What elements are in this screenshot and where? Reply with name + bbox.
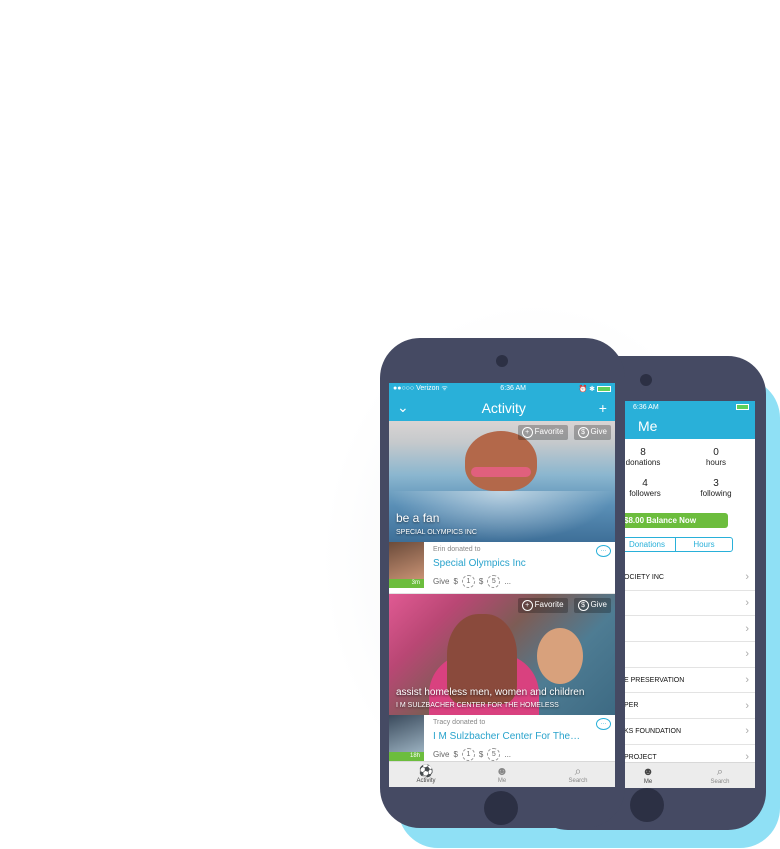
stat-label: followers: [629, 489, 661, 498]
tab-label: Search: [710, 779, 730, 785]
chevron-right-icon: ›: [745, 674, 749, 687]
give-button[interactable]: $ Give: [573, 598, 611, 613]
page-title: Activity: [481, 399, 526, 416]
comment-icon[interactable]: …: [596, 545, 611, 557]
give-row: Give $1 $5 ...: [433, 748, 512, 761]
cause-card-image[interactable]: + Favorite $ Give be a fan SPECIAL OLYMPIC…: [389, 421, 615, 542]
cause-caption: assist homeless men, women and children: [396, 687, 585, 698]
segment-donations[interactable]: Donations: [619, 538, 676, 551]
chevron-right-icon: ›: [745, 648, 749, 661]
comment-icon[interactable]: …: [596, 718, 611, 730]
search-icon: ⌕: [574, 764, 582, 778]
tab-label: Me: [497, 778, 507, 784]
camera-dot: [496, 355, 508, 367]
amount-chip-5[interactable]: 5: [487, 575, 501, 588]
donation-item[interactable]: 18h Tracy donated to I M Sulzbacher Cent…: [389, 715, 615, 767]
chevron-right-icon: ›: [745, 622, 749, 635]
person-icon: ☻: [642, 766, 654, 778]
status-time: 6:36 AM: [500, 385, 526, 392]
org-caption: SPECIAL OLYMPICS INC: [396, 529, 477, 536]
goggles-shape: [471, 467, 531, 477]
segment-hours[interactable]: Hours: [676, 538, 732, 551]
donation-item[interactable]: 3m Erin donated to Special Olympics Inc …: [389, 542, 615, 594]
dollar-icon: $: [577, 427, 589, 438]
segmented-control: Donations Hours: [618, 537, 733, 552]
donor-text: Erin donated to: [433, 546, 481, 553]
stat-label: donations: [625, 458, 661, 467]
status-right: ⏰ ✱: [579, 385, 611, 393]
org-link[interactable]: I M Sulzbacher Center For The…: [433, 731, 580, 742]
search-icon: ⌕: [716, 766, 724, 778]
camera-dot: [640, 374, 652, 386]
timestamp-badge: 18h: [389, 752, 424, 761]
add-button[interactable]: +: [599, 400, 607, 416]
tab-me[interactable]: ☻ Me: [477, 764, 527, 784]
stat-label: following: [700, 489, 732, 498]
stat-label: hours: [705, 458, 726, 467]
chevron-right-icon: ›: [745, 597, 749, 610]
amount-chip-5[interactable]: 5: [487, 748, 501, 761]
stat-following[interactable]: 3 following: [686, 478, 746, 498]
tab-bar: ⚽ Activity ☻ Me ⌕ Search: [389, 761, 615, 787]
favorite-button[interactable]: + Favorite: [517, 425, 568, 440]
chevron-right-icon: ›: [745, 725, 749, 738]
person-icon: ☻: [495, 764, 509, 778]
plus-icon: +: [521, 600, 533, 611]
home-button[interactable]: [484, 791, 518, 825]
donor-text: Tracy donated to: [433, 719, 486, 726]
status-bar: ●●○○○ Verizon ᯤ 6:36 AM ⏰ ✱: [389, 383, 615, 394]
nav-bar: ⌄ Activity +: [389, 394, 615, 421]
avatar: [389, 715, 424, 752]
org-link[interactable]: Special Olympics Inc: [433, 558, 526, 569]
stat-value: 0: [713, 447, 719, 458]
stat-value: 3: [713, 478, 719, 489]
activity-icon: ⚽: [418, 764, 434, 778]
more-amounts[interactable]: ...: [504, 750, 511, 759]
amount-chip-1[interactable]: 1: [461, 748, 475, 761]
home-button[interactable]: [630, 788, 664, 822]
org-caption: I M SULZBACHER CENTER FOR THE HOMELESS: [396, 702, 559, 709]
amount-chip-1[interactable]: 1: [461, 575, 475, 588]
cause-card-image[interactable]: + Favorite $ Give assist homeless men, wom…: [389, 594, 615, 715]
stat-hours[interactable]: 0 hours: [686, 447, 746, 467]
chevron-right-icon: ›: [745, 571, 749, 584]
carrier-label: ●●○○○ Verizon ᯤ: [393, 385, 448, 392]
tab-search[interactable]: ⌕ Search: [553, 764, 603, 784]
tab-label: Me: [643, 779, 653, 785]
avatar: [389, 542, 424, 579]
favorite-button[interactable]: + Favorite: [517, 598, 568, 613]
more-amounts[interactable]: ...: [504, 577, 511, 586]
battery-icon: [596, 385, 611, 392]
card-actions: + Favorite $ Give: [517, 425, 611, 440]
tab-activity[interactable]: ⚽ Activity: [401, 764, 451, 784]
swimmer-photo: [465, 431, 537, 491]
child-photo: [537, 628, 583, 684]
tab-label: Activity: [416, 778, 436, 784]
card-actions: + Favorite $ Give: [517, 598, 611, 613]
battery-icon: [736, 404, 749, 410]
dollar-icon: $: [577, 600, 589, 611]
activity-screen: ●●○○○ Verizon ᯤ 6:36 AM ⏰ ✱ ⌄ Activity +…: [389, 383, 615, 787]
chevron-down-icon[interactable]: ⌄: [397, 399, 409, 416]
give-row: Give $1 $5 ...: [433, 575, 512, 588]
status-time: 6:36 AM: [633, 403, 659, 411]
tab-me[interactable]: ☻ Me: [628, 765, 668, 785]
cause-caption: be a fan: [396, 511, 440, 525]
chevron-right-icon: ›: [745, 699, 749, 712]
plus-icon: +: [521, 427, 533, 438]
give-button[interactable]: $ Give: [573, 425, 611, 440]
tab-label: Search: [568, 778, 588, 784]
tab-search[interactable]: ⌕ Search: [700, 765, 740, 785]
page-title: Me: [638, 418, 658, 434]
timestamp-badge: 3m: [389, 579, 424, 588]
